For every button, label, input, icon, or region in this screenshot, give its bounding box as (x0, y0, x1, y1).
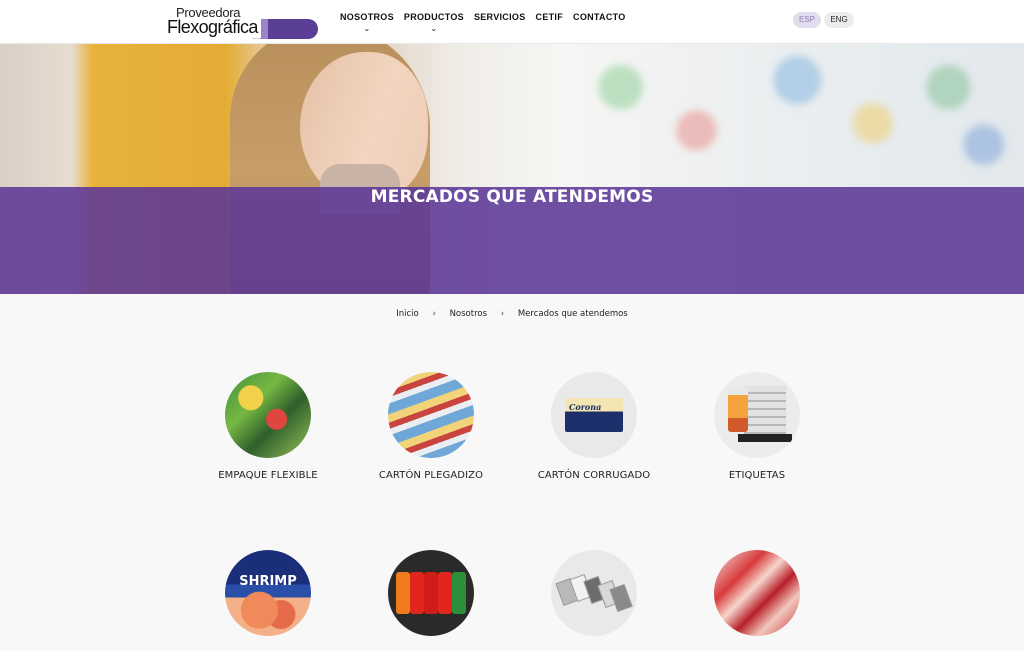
market-label[interactable]: CARTÓN PLEGADIZO (361, 470, 501, 481)
nav-item-cetif[interactable]: CETIF (536, 12, 564, 22)
folding-carton-image[interactable] (388, 372, 474, 458)
nav-item-contacto[interactable]: CONTACTO (573, 12, 626, 22)
page-title: MERCADOS QUE ATENDEMOS (370, 187, 654, 207)
red-film-image[interactable] (714, 550, 800, 636)
logo[interactable]: Proveedora Flexográfica (166, 5, 318, 41)
main-nav: NOSOTROS ⌄ PRODUCTOS ⌄ SERVICIOS CETIF C… (340, 12, 626, 33)
breadcrumb-separator-icon: › (500, 309, 505, 319)
market-label[interactable]: EMPAQUE FLEXIBLE (198, 470, 338, 481)
nav-item-servicios[interactable]: SERVICIOS (474, 12, 526, 22)
nav-label: SERVICIOS (473, 12, 526, 22)
nav-item-nosotros[interactable]: NOSOTROS ⌄ (340, 12, 394, 33)
shelf-graphic (744, 386, 786, 438)
breadcrumb-link-nosotros[interactable]: Nosotros (450, 309, 487, 319)
flexible-packaging-image[interactable] (225, 372, 311, 458)
corrugated-box-image[interactable]: Corona (551, 372, 637, 458)
shrimp-package-text: SHRIMP (239, 574, 297, 589)
chevron-down-icon: ⌄ (363, 24, 371, 33)
bottle-graphic (728, 386, 748, 432)
box-graphic: Corona (565, 398, 623, 432)
market-label[interactable]: CARTÓN CORRUGADO (524, 470, 664, 481)
hero-banner (0, 44, 1024, 294)
breadcrumb-separator-icon: › (432, 309, 436, 319)
nav-label: CONTACTO (573, 12, 626, 22)
hero-shelves-image (520, 44, 1024, 188)
printed-magazines-image[interactable] (551, 550, 637, 636)
breadcrumb-current: Mercados que atendemos (517, 309, 628, 319)
nav-label: NOSOTROS (340, 12, 394, 22)
market-label[interactable]: ETIQUETAS (687, 470, 827, 481)
breadcrumb: Inicio › Nosotros › Mercados que atendem… (0, 309, 1024, 319)
chevron-down-icon: ⌄ (430, 24, 438, 33)
nav-item-productos[interactable]: PRODUCTOS ⌄ (403, 12, 464, 33)
shrimp-package-image[interactable]: SHRIMP (225, 550, 311, 636)
box-brand-text: Corona (569, 402, 602, 412)
language-esp-button[interactable]: ESP (793, 12, 821, 28)
site-header: Proveedora Flexográfica NOSOTROS ⌄ PRODU… (0, 0, 1024, 44)
labels-image[interactable] (714, 372, 800, 458)
nav-label: CETIF (535, 12, 564, 22)
breadcrumb-link-inicio[interactable]: Inicio (396, 309, 419, 319)
logo-stripes-icon (252, 19, 318, 39)
nav-label: PRODUCTOS (403, 12, 464, 22)
shelf-base-graphic (738, 434, 792, 442)
soda-cans-image[interactable] (388, 550, 474, 636)
language-eng-button[interactable]: ENG (824, 12, 854, 28)
logo-line2: Flexográfica (167, 17, 261, 38)
